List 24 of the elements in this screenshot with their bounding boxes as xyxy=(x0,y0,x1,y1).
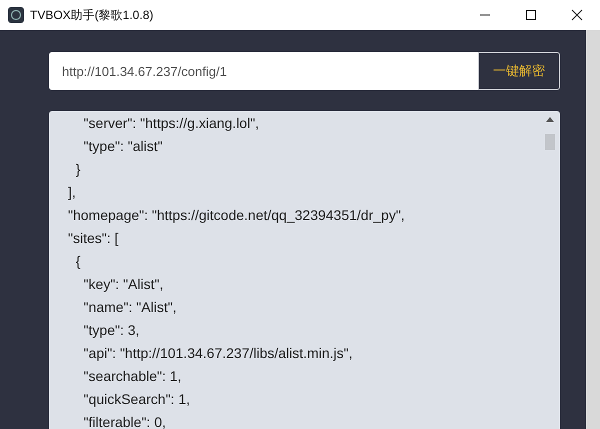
code-line: "quickSearch": 1, xyxy=(82,390,191,409)
window-title: TVBOX助手(黎歌1.0.8) xyxy=(30,6,154,24)
code-line: "server": "https://g.xiang.lol", xyxy=(82,114,260,133)
code-line: } xyxy=(74,160,82,179)
output-text-area[interactable] xyxy=(49,111,560,429)
code-line: "homepage": "https://gitcode.net/qq_32394351/dr_py", xyxy=(68,206,406,225)
url-field[interactable]: http://101.34.67.237/config/1 xyxy=(49,52,478,90)
code-line: ], xyxy=(68,183,77,202)
code-line: "key": "Alist", xyxy=(82,275,164,294)
decrypt-button[interactable]: 一键解密 xyxy=(478,52,560,90)
code-line: "searchable": 1, xyxy=(82,367,182,386)
maximize-icon[interactable] xyxy=(525,9,537,21)
scroll-up-icon[interactable] xyxy=(546,116,554,122)
code-line: { xyxy=(74,252,82,271)
window-scrollbar[interactable] xyxy=(586,30,600,429)
app-icon xyxy=(8,7,24,23)
code-line: "type": "alist" xyxy=(82,137,164,156)
scroll-thumb[interactable] xyxy=(545,134,555,150)
code-line: "filterable": 0, xyxy=(82,413,167,429)
code-line: "name": "Alist", xyxy=(82,298,178,317)
code-line: "sites": [ xyxy=(68,229,120,248)
code-line: "api": "http://101.34.67.237/libs/alist.min.js", xyxy=(82,344,354,363)
code-line: "type": 3, xyxy=(82,321,140,340)
close-icon[interactable] xyxy=(571,9,583,21)
